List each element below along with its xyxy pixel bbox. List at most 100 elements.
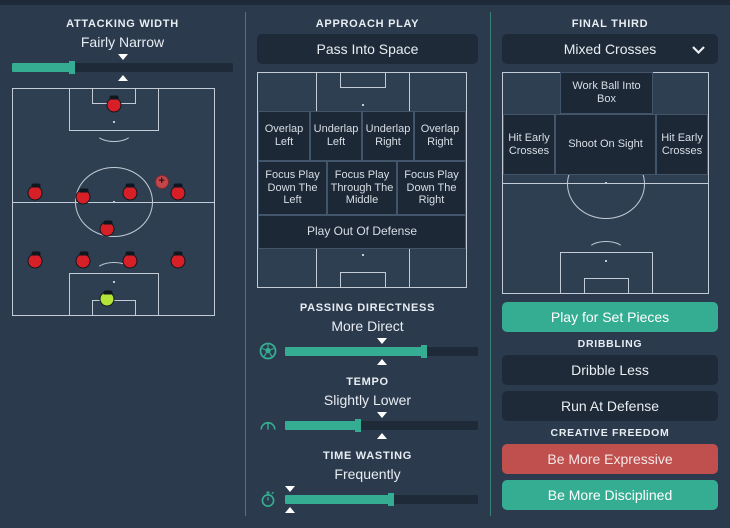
player-left-mid[interactable]: [75, 188, 91, 205]
attacking-width-marker-bottom: [117, 74, 128, 81]
passing-directness-value: More Direct: [331, 318, 404, 334]
zone-underlap-left[interactable]: Underlap Left: [310, 111, 362, 161]
column-divider-left: [245, 12, 246, 516]
chevron-down-icon: [692, 41, 705, 57]
add-player-plus-icon: +: [158, 175, 165, 188]
player-striker[interactable]: [106, 95, 121, 113]
ap-corner-tr: [462, 72, 467, 77]
passing-directness-slider-knob[interactable]: [420, 344, 427, 358]
player-right-cb[interactable]: [122, 251, 138, 269]
dribble-less-button[interactable]: Dribble Less: [502, 355, 718, 385]
pitch-corner-bl: [12, 311, 17, 316]
time-wasting-slider-fill: [285, 494, 392, 504]
player-right-mid[interactable]: [122, 183, 138, 201]
player-right-wing[interactable]: [170, 183, 186, 201]
pitch-corner-br: [210, 311, 215, 316]
attacking-width-slider-fill: [12, 62, 72, 72]
time-wasting-value: Frequently: [334, 466, 401, 482]
football-icon: [257, 340, 279, 362]
zone-shoot-on-sight[interactable]: Shoot On Sight: [555, 114, 656, 175]
play-for-set-pieces-button[interactable]: Play for Set Pieces: [502, 302, 718, 332]
player-right-back[interactable]: [170, 251, 186, 269]
time-wasting-slider-knob[interactable]: [388, 492, 395, 506]
pitch-top-arc: [95, 122, 133, 142]
ap-corner-br: [462, 283, 467, 288]
player-center-mid[interactable]: [99, 220, 115, 237]
tactics-screen: ATTACKING WIDTH Fairly Narrow + APPROACH…: [0, 0, 730, 528]
final-third-dropdown[interactable]: Mixed Crosses: [502, 34, 718, 64]
top-bar: [0, 0, 730, 5]
player-left-wing[interactable]: [27, 183, 43, 201]
dribbling-title: DRIBBLING: [577, 338, 643, 350]
tempo-marker-bottom: [376, 432, 387, 439]
attacking-width-title: ATTACKING WIDTH: [66, 18, 179, 30]
attacking-width-value: Fairly Narrow: [80, 34, 165, 50]
zone-hit-early-crosses-right[interactable]: Hit Early Crosses: [656, 114, 708, 175]
zone-work-ball-into-box[interactable]: Work Ball Into Box: [560, 72, 653, 114]
time-wasting-title: TIME WASTING: [322, 450, 413, 462]
pitch-center-spot: [113, 201, 115, 203]
tempo-marker-top: [376, 411, 387, 418]
be-more-disciplined-button[interactable]: Be More Disciplined: [502, 480, 718, 510]
ap-bottom-goal-box: [340, 272, 386, 288]
add-player-marker[interactable]: +: [154, 174, 169, 189]
attacking-width-slider[interactable]: [12, 53, 233, 81]
approach-play-pitch[interactable]: Overlap Left Underlap Left Underlap Righ…: [257, 72, 467, 288]
ap-corner-tl: [257, 72, 262, 77]
zone-focus-play-right[interactable]: Focus Play Down The Right: [397, 161, 466, 215]
pitch-corner-tl: [12, 88, 17, 93]
zone-overlap-right[interactable]: Overlap Right: [414, 111, 466, 161]
run-at-defense-button[interactable]: Run At Defense: [502, 391, 718, 421]
tempo-slider-row[interactable]: [257, 411, 478, 439]
attacking-width-slider-knob[interactable]: [68, 60, 75, 74]
ft-bottom-arc: [587, 241, 625, 261]
passing-directness-slider[interactable]: [285, 337, 478, 365]
ft-corner-tr: [704, 72, 709, 77]
player-goalkeeper[interactable]: [99, 290, 115, 307]
approach-play-title: APPROACH PLAY: [315, 18, 420, 30]
speedometer-icon: [257, 414, 279, 436]
ft-corner-tl: [502, 72, 507, 77]
final-third-pitch[interactable]: Work Ball Into Box Hit Early Crosses Sho…: [502, 72, 709, 294]
time-wasting-slider-row[interactable]: [257, 485, 478, 513]
final-third-title: FINAL THIRD: [571, 18, 649, 30]
player-left-cb[interactable]: [75, 251, 91, 269]
final-third-selected-label: Mixed Crosses: [563, 41, 657, 57]
ap-corner-bl: [257, 283, 262, 288]
pitch-corner-tr: [210, 88, 215, 93]
passing-directness-marker-top: [376, 337, 387, 344]
column-divider-right: [490, 12, 491, 516]
player-left-back[interactable]: [27, 251, 43, 269]
final-third-panel: FINAL THIRD Mixed Crosses Work Ball Into…: [490, 0, 730, 528]
passing-directness-slider-fill: [285, 346, 424, 356]
time-wasting-marker-bottom: [285, 506, 295, 513]
creative-freedom-title: CREATIVE FREEDOM: [550, 427, 670, 439]
ft-bottom-goal-box: [584, 278, 629, 294]
passing-directness-slider-row[interactable]: [257, 337, 478, 365]
tempo-slider-fill: [285, 420, 359, 430]
stopwatch-icon: [257, 488, 279, 510]
attacking-width-marker-top: [117, 53, 128, 60]
attacking-width-slider-row[interactable]: [12, 53, 233, 81]
be-more-expressive-button[interactable]: Be More Expressive: [502, 444, 718, 474]
zone-overlap-left[interactable]: Overlap Left: [258, 111, 310, 161]
tempo-slider[interactable]: [285, 411, 478, 439]
approach-play-selected-button[interactable]: Pass Into Space: [257, 34, 478, 64]
passing-directness-title: PASSING DIRECTNESS: [299, 302, 436, 314]
tempo-title: TEMPO: [346, 376, 389, 388]
time-wasting-slider[interactable]: [285, 485, 478, 513]
zone-focus-play-middle[interactable]: Focus Play Through The Middle: [327, 161, 397, 215]
ft-corner-bl: [502, 289, 507, 294]
zone-hit-early-crosses-left[interactable]: Hit Early Crosses: [503, 114, 555, 175]
passing-directness-marker-bottom: [376, 358, 387, 365]
time-wasting-marker-top: [285, 485, 295, 492]
tempo-slider-knob[interactable]: [355, 418, 362, 432]
zone-play-out-of-defense[interactable]: Play Out Of Defense: [258, 215, 466, 249]
approach-play-panel: APPROACH PLAY Pass Into Space Overlap Le…: [245, 0, 490, 528]
zone-underlap-right[interactable]: Underlap Right: [362, 111, 414, 161]
tempo-value: Slightly Lower: [323, 392, 412, 408]
zone-focus-play-left[interactable]: Focus Play Down The Left: [258, 161, 327, 215]
attacking-width-panel: ATTACKING WIDTH Fairly Narrow +: [0, 0, 245, 528]
ft-center-spot: [605, 182, 607, 184]
formation-pitch[interactable]: +: [12, 88, 215, 316]
